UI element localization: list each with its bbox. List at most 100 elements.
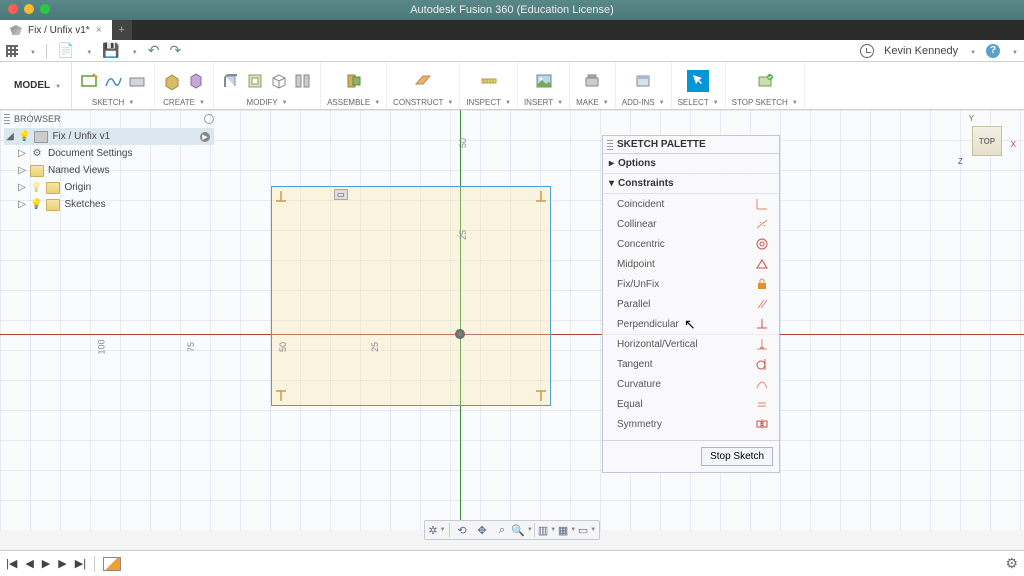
undo-icon[interactable]: ↶ <box>148 42 160 59</box>
redo-icon[interactable]: ↷ <box>169 42 181 59</box>
measure-icon[interactable] <box>478 70 500 92</box>
expand-icon[interactable]: ▷ <box>18 182 26 193</box>
select-icon[interactable] <box>687 70 709 92</box>
align-icon[interactable] <box>292 70 314 92</box>
sketch-create-icon[interactable] <box>126 70 148 92</box>
drag-handle-icon[interactable] <box>607 140 613 150</box>
browser-item-origin[interactable]: ▷ 💡 Origin <box>4 179 214 196</box>
shell-icon[interactable] <box>268 70 290 92</box>
constraint-parallel[interactable]: Parallel <box>603 294 779 314</box>
timeline-end-button[interactable]: ▶| <box>75 557 86 570</box>
stop-sketch-button[interactable]: Stop Sketch <box>701 447 773 466</box>
timeline-settings-icon[interactable]: ⚙ <box>1005 555 1018 572</box>
timeline-start-button[interactable]: |◀ <box>6 557 17 570</box>
constraint-midpoint[interactable]: Midpoint <box>603 254 779 274</box>
timeline-play-button[interactable]: ▶ <box>42 557 50 570</box>
pin-icon[interactable] <box>204 114 214 124</box>
visibility-icon[interactable]: 💡 <box>30 199 42 210</box>
constraint-symmetry[interactable]: Symmetry <box>603 414 779 434</box>
ribbon-label-assemble[interactable]: ASSEMBLE <box>327 98 380 107</box>
pan-icon[interactable]: ✥ <box>474 522 490 538</box>
new-tab-button[interactable]: + <box>112 20 132 40</box>
browser-item-namedviews[interactable]: ▷ Named Views <box>4 162 214 179</box>
expand-icon[interactable]: ▷ <box>18 165 26 176</box>
constraint-horizvert[interactable]: Horizontal/Vertical <box>603 334 779 354</box>
job-status-icon[interactable] <box>860 44 874 58</box>
constraint-perpendicular[interactable]: Perpendicular <box>603 314 779 334</box>
minimize-window-button[interactable] <box>24 4 34 14</box>
visibility-off-icon[interactable]: 💡 <box>30 182 42 193</box>
user-name[interactable]: Kevin Kennedy <box>884 45 958 57</box>
ribbon-label-addins[interactable]: ADD-INS <box>622 98 665 107</box>
insert-icon[interactable] <box>533 70 555 92</box>
sketch-spline-icon[interactable] <box>102 70 124 92</box>
ribbon-label-inspect[interactable]: INSPECT <box>466 98 511 107</box>
save-dropdown[interactable] <box>130 45 138 57</box>
help-icon[interactable]: ? <box>986 44 1000 58</box>
stop-sketch-icon[interactable] <box>754 70 776 92</box>
make-icon[interactable] <box>581 70 603 92</box>
timeline-sketch-feature[interactable] <box>103 557 121 571</box>
drag-handle-icon[interactable] <box>4 114 10 124</box>
palette-section-options[interactable]: ▸ Options <box>603 154 779 174</box>
close-window-button[interactable] <box>8 4 18 14</box>
ribbon-label-select[interactable]: SELECT <box>678 98 719 107</box>
ribbon-label-stopsketch[interactable]: STOP SKETCH <box>732 98 798 107</box>
timeline-next-button[interactable]: ▶ <box>58 557 66 570</box>
ribbon-label-modify[interactable]: MODIFY <box>247 98 288 107</box>
viewcube[interactable]: Y X Z TOP <box>964 118 1010 164</box>
user-dropdown[interactable] <box>968 45 976 57</box>
dimension-handle[interactable]: ▭ <box>334 189 348 200</box>
sketch-rectangle[interactable]: ▭ <box>271 186 551 406</box>
viewport-icon[interactable]: ▭ <box>579 522 595 538</box>
constraint-tangent[interactable]: Tangent <box>603 354 779 374</box>
look-at-icon[interactable]: ⌕ <box>494 522 510 538</box>
zoom-icon[interactable]: 🔍 <box>514 522 530 538</box>
constraint-equal[interactable]: Equal <box>603 394 779 414</box>
workspace-switcher[interactable]: MODEL <box>4 62 72 109</box>
constraint-curvature[interactable]: Curvature <box>603 374 779 394</box>
browser-item-docsettings[interactable]: ▷ ⚙ Document Settings <box>4 145 214 162</box>
document-tab[interactable]: Fix / Unfix v1* × <box>0 20 112 40</box>
constraint-collinear[interactable]: Collinear <box>603 214 779 234</box>
expand-icon[interactable]: ▷ <box>18 199 26 210</box>
browser-item-sketches[interactable]: ▷ 💡 Sketches <box>4 196 214 213</box>
collapse-icon[interactable]: ◢ <box>6 131 14 142</box>
construct-plane-icon[interactable] <box>412 70 434 92</box>
joint-icon[interactable] <box>343 70 365 92</box>
fillet-icon[interactable] <box>220 70 242 92</box>
close-tab-icon[interactable]: × <box>96 25 102 36</box>
ribbon-label-construct[interactable]: CONSTRUCT <box>393 98 453 107</box>
file-dropdown[interactable] <box>84 45 92 57</box>
ribbon-label-insert[interactable]: INSERT <box>524 98 563 107</box>
expand-icon[interactable]: ▷ <box>18 148 26 159</box>
origin-point[interactable] <box>455 329 465 339</box>
nav-settings-icon[interactable]: ✲ <box>429 522 445 538</box>
revolve-icon[interactable] <box>185 70 207 92</box>
help-dropdown[interactable] <box>1010 45 1018 57</box>
viewcube-face[interactable]: TOP <box>972 126 1002 156</box>
timeline-prev-button[interactable]: ◀ <box>25 557 33 570</box>
extrude-icon[interactable] <box>161 70 183 92</box>
visibility-icon[interactable]: 💡 <box>18 131 30 142</box>
orbit-icon[interactable]: ⟲ <box>454 522 470 538</box>
presspull-icon[interactable] <box>244 70 266 92</box>
addins-icon[interactable] <box>632 70 654 92</box>
constraint-concentric[interactable]: Concentric <box>603 234 779 254</box>
data-panel-icon[interactable] <box>6 45 18 57</box>
display-style-icon[interactable]: ▥ <box>539 522 555 538</box>
browser-header[interactable]: BROWSER <box>4 112 214 126</box>
data-panel-dropdown[interactable] <box>28 45 36 57</box>
browser-root[interactable]: ◢ 💡 Fix / Unfix v1 ▶ <box>4 128 214 145</box>
file-menu-icon[interactable]: 📄 <box>57 42 74 59</box>
save-icon[interactable]: 💾 <box>102 42 119 59</box>
ribbon-label-make[interactable]: MAKE <box>576 98 609 107</box>
constraint-coincident[interactable]: Coincident <box>603 194 779 214</box>
activate-icon[interactable]: ▶ <box>200 132 210 142</box>
maximize-window-button[interactable] <box>40 4 50 14</box>
palette-header[interactable]: SKETCH PALETTE <box>603 136 779 154</box>
sketch-rectangle-icon[interactable] <box>78 70 100 92</box>
ribbon-label-create[interactable]: CREATE <box>163 98 205 107</box>
ribbon-label-sketch[interactable]: SKETCH <box>92 98 134 107</box>
grid-settings-icon[interactable]: ▦ <box>559 522 575 538</box>
